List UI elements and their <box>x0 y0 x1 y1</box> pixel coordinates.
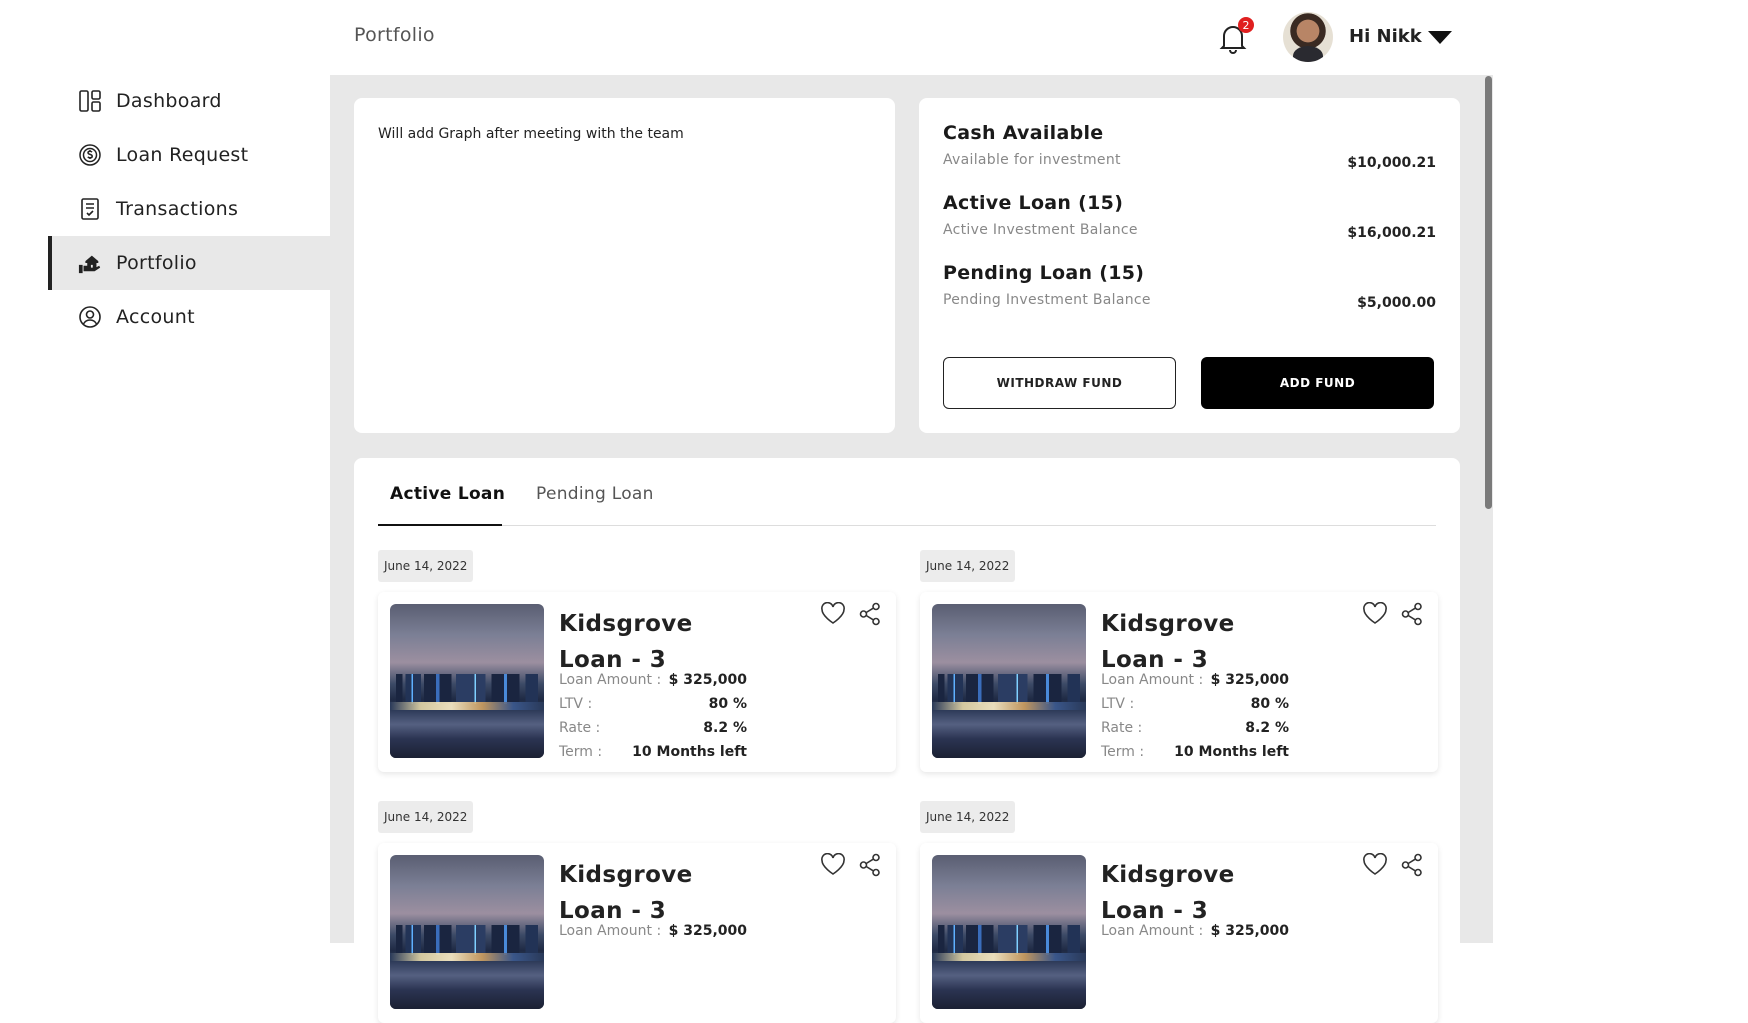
sidebar-item-label: Portfolio <box>116 252 197 274</box>
cash-available-title: Cash Available <box>943 122 1104 144</box>
house-hand-icon <box>78 251 102 275</box>
heart-icon[interactable] <box>820 852 846 877</box>
loans-card: Active Loan Pending Loan June 14, 2022 K… <box>354 458 1460 1023</box>
rate-label: Rate : <box>1101 720 1143 736</box>
loan-amount-value: $ 325,000 <box>1210 672 1289 688</box>
loan-title: Kidsgrove Loan - 3 <box>1101 611 1235 673</box>
loan-property-image <box>932 604 1086 758</box>
term-label: Term : <box>559 744 603 760</box>
active-tab-indicator <box>378 524 502 526</box>
loan-date-chip: June 14, 2022 <box>378 801 474 833</box>
sidebar-item-account[interactable]: Account <box>48 290 330 344</box>
active-loan-amount: $16,000.21 <box>1347 225 1436 241</box>
loan-date-chip: June 14, 2022 <box>378 550 474 582</box>
ltv-value: 80 % <box>708 696 747 712</box>
sidebar: Dashboard Loan Request Transactions Port… <box>0 0 330 943</box>
sidebar-item-label: Transactions <box>116 198 239 220</box>
share-icon[interactable] <box>859 853 881 877</box>
dollar-coin-icon <box>78 143 102 167</box>
share-icon[interactable] <box>1401 602 1423 626</box>
term-label: Term : <box>1101 744 1145 760</box>
loan-title: Kidsgrove Loan - 3 <box>1101 862 1235 924</box>
loan-amount-label: Loan Amount : <box>559 923 662 939</box>
loan-card[interactable]: Kidsgrove Loan - 3 Loan Amount : $ 325,00… <box>920 592 1438 772</box>
loan-amount-label: Loan Amount : <box>1101 923 1204 939</box>
pending-loan-row: Pending Loan (15) Pending Investment Bal… <box>943 262 1436 311</box>
rate-value: 8.2 % <box>703 720 747 736</box>
loan-property-image <box>390 604 544 758</box>
loan-property-image <box>932 855 1086 1009</box>
share-icon[interactable] <box>1401 853 1423 877</box>
user-circle-icon <box>78 305 102 329</box>
ltv-label: LTV : <box>1101 696 1135 712</box>
ltv-label: LTV : <box>559 696 593 712</box>
active-loan-row: Active Loan (15) Active Investment Balan… <box>943 192 1436 241</box>
tab-pending-loan[interactable]: Pending Loan <box>536 484 654 504</box>
share-icon[interactable] <box>859 602 881 626</box>
sidebar-item-dashboard[interactable]: Dashboard <box>48 74 330 128</box>
loan-card[interactable]: Kidsgrove Loan - 3 Loan Amount : $ 325,00… <box>378 843 896 1023</box>
ltv-value: 80 % <box>1250 696 1289 712</box>
loan-amount-value: $ 325,000 <box>1210 923 1289 939</box>
notification-badge: 2 <box>1238 17 1254 33</box>
loan-amount-label: Loan Amount : <box>559 672 662 688</box>
sidebar-item-label: Account <box>116 306 195 328</box>
graph-card: Will add Graph after meeting with the te… <box>354 98 895 433</box>
cash-available-row: Cash Available Available for investment … <box>943 122 1436 171</box>
sidebar-item-loan-request[interactable]: Loan Request <box>48 128 330 182</box>
loan-card[interactable]: Kidsgrove Loan - 3 Loan Amount : $ 325,00… <box>920 843 1438 1023</box>
loan-amount-value: $ 325,000 <box>668 923 747 939</box>
active-loan-title: Active Loan (15) <box>943 192 1124 214</box>
loan-tabs: Active Loan Pending Loan <box>378 458 1436 526</box>
pending-loan-amount: $5,000.00 <box>1357 295 1436 311</box>
term-value: 10 Months left <box>1174 744 1289 760</box>
heart-icon[interactable] <box>1362 852 1388 877</box>
loan-card[interactable]: Kidsgrove Loan - 3 Loan Amount : $ 325,00… <box>378 592 896 772</box>
loan-property-image <box>390 855 544 1009</box>
loan-date-chip: June 14, 2022 <box>920 550 1016 582</box>
loan-title: Kidsgrove Loan - 3 <box>559 611 693 673</box>
dashboard-icon <box>78 89 102 113</box>
user-greeting[interactable]: Hi Nikk <box>1349 26 1422 47</box>
chevron-down-icon[interactable] <box>1428 31 1452 44</box>
heart-icon[interactable] <box>820 601 846 626</box>
loan-title: Kidsgrove Loan - 3 <box>559 862 693 924</box>
sidebar-item-label: Dashboard <box>116 90 222 112</box>
rate-label: Rate : <box>559 720 601 736</box>
withdraw-fund-button[interactable]: WITHDRAW FUND <box>943 357 1176 409</box>
graph-placeholder-text: Will add Graph after meeting with the te… <box>378 126 684 142</box>
receipt-icon <box>78 197 102 221</box>
loan-amount-value: $ 325,000 <box>668 672 747 688</box>
sidebar-item-label: Loan Request <box>116 144 249 166</box>
funds-card: Cash Available Available for investment … <box>919 98 1460 433</box>
sidebar-item-transactions[interactable]: Transactions <box>48 182 330 236</box>
cash-available-amount: $10,000.21 <box>1347 155 1436 171</box>
heart-icon[interactable] <box>1362 601 1388 626</box>
tab-active-loan[interactable]: Active Loan <box>390 484 505 504</box>
loan-amount-label: Loan Amount : <box>1101 672 1204 688</box>
add-fund-button[interactable]: ADD FUND <box>1201 357 1434 409</box>
rate-value: 8.2 % <box>1245 720 1289 736</box>
pending-loan-title: Pending Loan (15) <box>943 262 1145 284</box>
avatar[interactable] <box>1283 12 1333 62</box>
page-title: Portfolio <box>354 24 435 46</box>
loan-date-chip: June 14, 2022 <box>920 801 1016 833</box>
term-value: 10 Months left <box>632 744 747 760</box>
sidebar-item-portfolio[interactable]: Portfolio <box>48 236 330 290</box>
scrollbar-thumb[interactable] <box>1485 76 1492 509</box>
